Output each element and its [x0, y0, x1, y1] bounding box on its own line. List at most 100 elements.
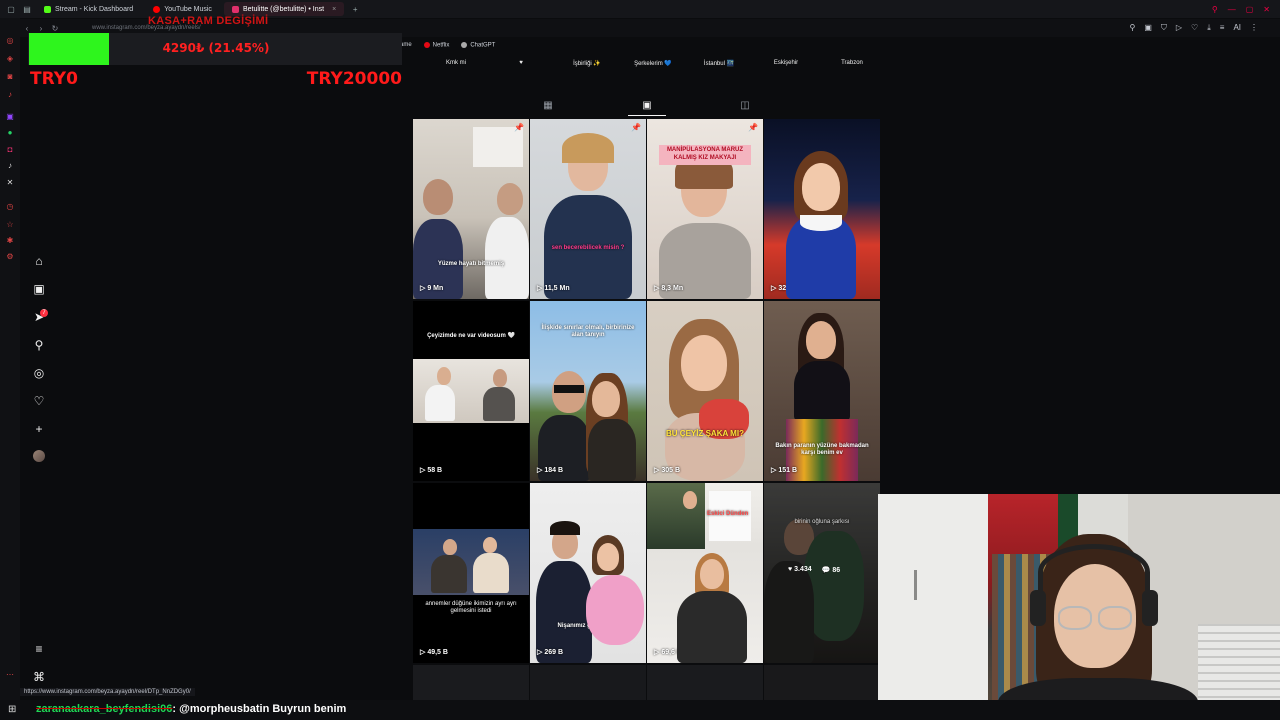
address-bar-actions: ⚲ ▣ ⛉ ▷ ♡ ⤓ ≡ AI ⋮: [1129, 23, 1280, 33]
twitch-icon[interactable]: ▣: [5, 112, 15, 122]
create-icon[interactable]: +: [32, 422, 46, 436]
view-count-text: 269 B: [544, 649, 564, 656]
close-window-icon[interactable]: ✕: [1263, 5, 1270, 14]
pin-icon[interactable]: ⚲: [1129, 23, 1135, 33]
reels-icon[interactable]: ▣: [32, 282, 46, 296]
tab-posts-grid-icon[interactable]: ▦: [542, 100, 554, 112]
messenger-icon[interactable]: ◙: [5, 72, 15, 82]
reel-tile[interactable]: [413, 665, 529, 700]
tab-kick-dashboard[interactable]: Stream - Kick Dashboard: [36, 2, 141, 16]
window-controls: ⚲ — ▢ ✕: [1212, 5, 1280, 14]
home-icon[interactable]: ⌂: [32, 254, 46, 268]
reel-tile[interactable]: 📌 MANİPÜLASYONA MARUZ KALMIŞ KIZ MAKYAJI…: [647, 119, 763, 299]
view-count-text: 49,5 B: [427, 649, 448, 656]
highlight-label[interactable]: ♥: [519, 60, 523, 66]
pin-icon: 📌: [631, 123, 641, 132]
bookmarks-icon[interactable]: ☆: [5, 220, 15, 230]
reel-tile[interactable]: [764, 665, 878, 700]
reel-tile-hovered[interactable]: birinin oğluna şarkısı ♥ 3.434 💬 86: [764, 483, 880, 663]
menu-icon[interactable]: ≡: [32, 642, 46, 656]
reel-tile[interactable]: [647, 665, 763, 700]
reel-tile[interactable]: İlişkide sınırlar olmalı, birbirinize al…: [530, 301, 646, 481]
highlight-label[interactable]: İşbirliği ✨: [573, 60, 601, 67]
hover-stats: ♥ 3.434 💬 86: [788, 566, 840, 574]
reel-tile[interactable]: Nişanımız gerçekleşti ▷ 269 B: [530, 483, 646, 663]
reel-view-count: ▷ 269 B: [537, 649, 564, 656]
more-icon[interactable]: ⋮: [1250, 23, 1258, 33]
reel-tile[interactable]: BU ÇEYİZ ŞAKA MI? ▷ 305 B: [647, 301, 763, 481]
extensions-icon[interactable]: ✱: [5, 236, 15, 246]
shield-icon[interactable]: ⛉: [1161, 23, 1167, 33]
view-count-text: 11,5 Mn: [544, 285, 570, 292]
highlight-label[interactable]: İstanbul 🌃: [704, 60, 734, 67]
reel-tile[interactable]: Eskici Dünden ▷ 69,6 B: [647, 483, 763, 663]
download-icon[interactable]: ⤓: [1207, 23, 1211, 33]
back-icon[interactable]: ‹: [20, 24, 34, 33]
heart-icon[interactable]: ♡: [1191, 23, 1198, 33]
play-icon[interactable]: ▷: [1176, 23, 1182, 33]
reel-caption: BU ÇEYİZ ŞAKA MI?: [666, 429, 744, 438]
notifications-heart-icon[interactable]: ♡: [32, 394, 46, 408]
bookmark-label: ChatGPT: [470, 42, 496, 49]
more-icon[interactable]: ⋯: [5, 670, 15, 680]
search-icon[interactable]: ⚲: [1212, 5, 1218, 14]
highlight-label[interactable]: Trabzon: [841, 60, 863, 66]
tools-icon[interactable]: ≡: [1220, 23, 1225, 33]
windows-start-icon[interactable]: ⊞: [8, 704, 16, 715]
snapshot-icon[interactable]: ▣: [1144, 23, 1152, 33]
tab-instagram[interactable]: Betulitte (@betulitte) • Inst ×: [223, 2, 345, 16]
tiktok-icon[interactable]: ♪: [5, 161, 15, 171]
search-icon[interactable]: ⚲: [32, 338, 46, 352]
settings-icon[interactable]: ⚙: [5, 252, 15, 262]
reel-view-count: ▷ 151 B: [771, 467, 798, 474]
reel-view-count: ▷ 9 Mn: [420, 285, 444, 292]
tab-tagged-icon[interactable]: ◫: [739, 100, 751, 112]
tab-switcher-icon[interactable]: ▤: [22, 4, 32, 14]
highlight-label[interactable]: Eskişehir: [774, 60, 798, 66]
reel-tile[interactable]: Çeyizimde ne var videosum 🤍 ▷ 58 B: [413, 301, 529, 481]
tab-label: Betulitte (@betulitte) • Inst: [242, 5, 325, 13]
profile-avatar[interactable]: [33, 450, 45, 462]
bookmark-netflix[interactable]: Netflix: [423, 41, 449, 48]
reel-tile[interactable]: 📌 Yüzme hayatı bitmemiş ▷ 9 Mn: [413, 119, 529, 299]
x-icon[interactable]: ✕: [5, 178, 15, 188]
reel-view-count: ▷ 58 B: [420, 467, 443, 474]
view-count-text: 9 Mn: [427, 285, 444, 292]
reel-view-count: ▷ 184 B: [537, 467, 564, 474]
tab-youtube-music[interactable]: YouTube Music: [145, 2, 220, 16]
pin-icon: 📌: [748, 123, 758, 132]
donation-progress-fill: [29, 33, 109, 65]
tab-reels-icon[interactable]: ▣: [641, 100, 653, 112]
forward-icon[interactable]: ›: [34, 24, 48, 33]
comment-count: 💬 86: [821, 567, 841, 574]
reload-icon[interactable]: ↻: [48, 24, 62, 33]
whatsapp-icon[interactable]: ●: [5, 128, 15, 138]
explore-icon[interactable]: ◎: [32, 366, 46, 380]
highlight-label[interactable]: Kmk mi: [446, 60, 466, 66]
reel-tile[interactable]: [530, 665, 646, 700]
reel-tile[interactable]: Bakın paranın yüzüne bakmadan karşı beni…: [764, 301, 880, 481]
aria-icon[interactable]: ◈: [5, 54, 15, 64]
reel-caption: İlişkide sınırlar olmalı, birbirinize al…: [541, 325, 635, 339]
threads-icon[interactable]: ⌘: [32, 670, 46, 684]
reel-tile[interactable]: annemler düğüne ikimizin ayrı ayrı gelme…: [413, 483, 529, 663]
maximize-icon[interactable]: ▢: [1246, 5, 1254, 14]
history-icon[interactable]: ◷: [5, 202, 15, 212]
reel-tile[interactable]: 📌 sen becerebilicek misin ? ▷ 11,5 Mn: [530, 119, 646, 299]
reel-tile[interactable]: ▷ 32 B: [764, 119, 880, 299]
status-url: https://www.instagram.com/beyza.ayaydn/r…: [20, 688, 195, 696]
instagram-icon: [231, 5, 239, 13]
reel-view-count: ▷ 305 B: [654, 467, 681, 474]
instagram-icon[interactable]: ◘: [5, 145, 15, 155]
new-tab-icon[interactable]: +: [350, 4, 360, 14]
music-icon[interactable]: ♪: [5, 90, 15, 100]
close-icon[interactable]: ×: [332, 6, 336, 13]
minimize-icon[interactable]: —: [1228, 5, 1236, 14]
reel-view-count: ▷ 8,3 Mn: [654, 285, 684, 292]
bookmark-chatgpt[interactable]: ChatGPT: [461, 41, 496, 49]
ai-button[interactable]: AI: [1233, 23, 1241, 33]
highlight-label[interactable]: Şerkelerim 💙: [634, 60, 672, 67]
opera-icon[interactable]: ◎: [5, 36, 15, 46]
browser-menu-icon[interactable]: ▢: [6, 4, 16, 14]
browser-sidebar: ◎ ◈ ◙ ♪ ▣ ● ◘ ♪ ✕ ◷ ☆ ✱ ⚙ ⋯: [0, 18, 20, 708]
